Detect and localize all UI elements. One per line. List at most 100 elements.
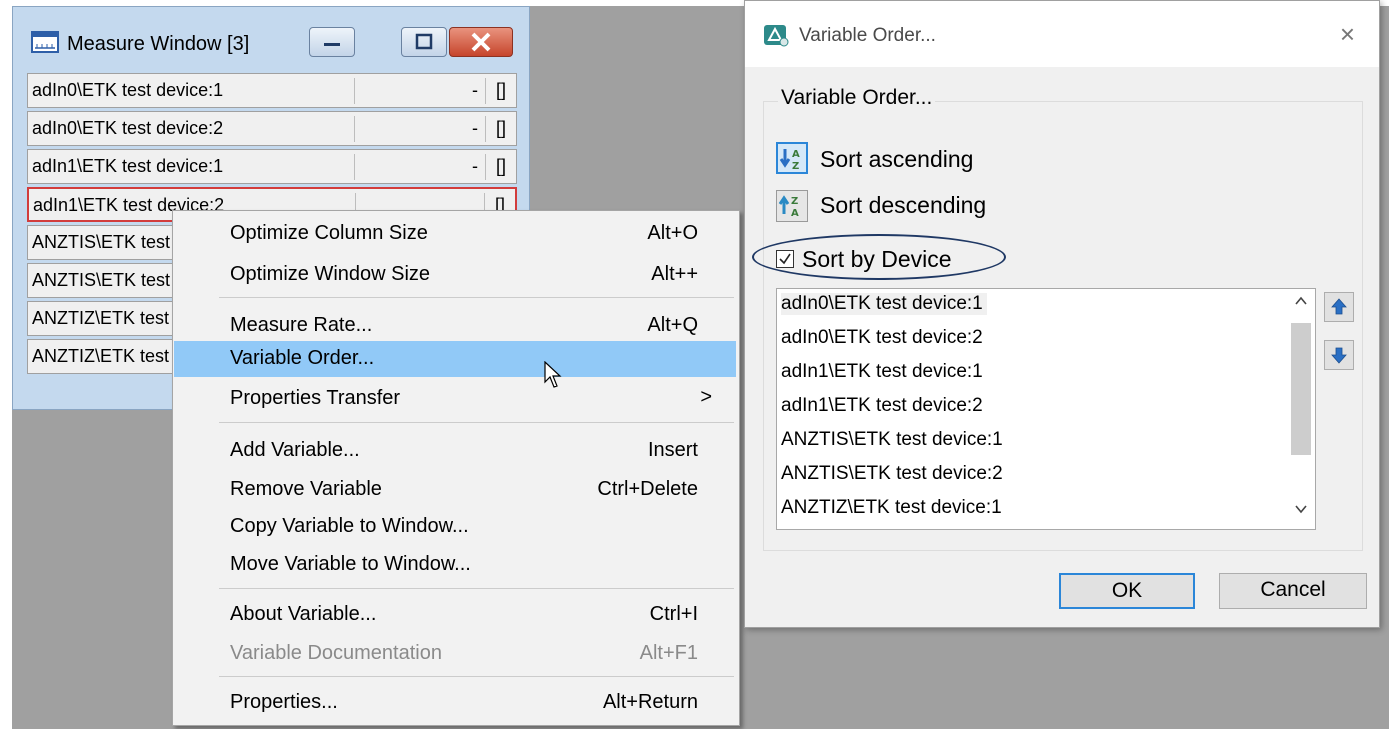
measure-row-name: adIn0\ETK test device:2 [32, 118, 224, 138]
measure-row-unit: [] [495, 80, 506, 100]
menu-item-label: Properties Transfer [230, 387, 401, 409]
menu-item-shortcut: Alt+O [647, 222, 698, 244]
column-divider [485, 154, 486, 180]
menu-separator [219, 422, 734, 423]
menu-item-shortcut: Ctrl+I [649, 603, 698, 625]
menu-item-label: Variable Documentation [230, 642, 442, 664]
list-item[interactable]: ANZTIS\ETK test device:1 [781, 429, 1003, 451]
move-up-button[interactable] [1324, 292, 1354, 322]
measure-window-titlebar[interactable]: Measure Window [3] [13, 7, 529, 57]
minimize-icon [324, 43, 340, 46]
close-button[interactable] [449, 27, 513, 57]
menu-item-label: Remove Variable [230, 478, 382, 500]
dialog-app-icon [764, 25, 789, 47]
cancel-button[interactable]: Cancel [1219, 573, 1367, 609]
column-divider [354, 78, 355, 104]
menu-item-label: About Variable... [230, 603, 377, 625]
variable-order-group: Variable Order... A Z Sort ascending Z A… [752, 86, 1363, 551]
menu-item-shortcut: Alt+F1 [639, 642, 698, 664]
measure-row-name: adIn0\ETK test device:1 [32, 80, 224, 100]
maximize-button[interactable] [401, 27, 447, 57]
measure-row[interactable]: adIn0\ETK test device:1 - [] [27, 73, 517, 108]
scroll-down-icon[interactable] [1293, 503, 1309, 515]
list-item[interactable]: adIn1\ETK test device:2 [781, 395, 983, 417]
arrow-up-icon [1331, 298, 1347, 315]
menu-item-label: Variable Order... [230, 347, 375, 369]
measure-row-value: - [472, 80, 478, 100]
menu-item-label: Optimize Window Size [230, 263, 431, 285]
sort-descending-button[interactable]: Z A [776, 190, 808, 222]
menu-separator [219, 588, 734, 589]
measure-row[interactable]: adIn1\ETK test device:1 - [] [27, 149, 517, 184]
menu-item-measure-rate[interactable]: Measure Rate... Alt+Q [174, 308, 736, 344]
menu-item-variable-documentation: Variable Documentation Alt+F1 [174, 636, 736, 672]
svg-text:Z: Z [792, 161, 799, 172]
sort-descending-icon: Z A [778, 195, 799, 219]
variable-order-dialog: Variable Order... × Variable Order... A … [744, 0, 1380, 628]
context-menu: Optimize Column Size Alt+O Optimize Wind… [172, 210, 740, 726]
sort-ascending-label: Sort ascending [820, 146, 974, 172]
menu-item-copy-variable[interactable]: Copy Variable to Window... [174, 509, 736, 545]
dialog-close-button[interactable]: × [1340, 21, 1355, 47]
minimize-button[interactable] [309, 27, 355, 57]
menu-item-label: Add Variable... [230, 439, 360, 461]
column-divider [354, 116, 355, 142]
column-divider [354, 154, 355, 180]
list-item[interactable]: ANZTIZ\ETK test device:1 [781, 497, 1002, 519]
measure-window-title: Measure Window [3] [67, 33, 250, 55]
menu-item-label: Optimize Column Size [230, 222, 428, 244]
menu-item-shortcut: Alt+Q [647, 314, 698, 336]
highlight-annotation [752, 234, 1006, 280]
menu-item-about-variable[interactable]: About Variable... Ctrl+I [174, 597, 736, 633]
menu-item-label: Move Variable to Window... [230, 553, 471, 575]
measure-window-icon [31, 31, 59, 53]
arrow-down-icon [1331, 347, 1347, 364]
mouse-cursor-icon [544, 361, 562, 388]
menu-item-optimize-column-size[interactable]: Optimize Column Size Alt+O [174, 216, 736, 252]
menu-item-optimize-window-size[interactable]: Optimize Window Size Alt++ [174, 257, 736, 293]
menu-item-shortcut: Alt++ [651, 263, 698, 285]
list-scrollbar[interactable] [1287, 289, 1315, 529]
menu-item-shortcut: Alt+Return [602, 691, 698, 713]
menu-item-shortcut: Ctrl+Delete [597, 478, 698, 500]
measure-row-unit: [] [495, 156, 506, 176]
menu-item-move-variable[interactable]: Move Variable to Window... [174, 547, 736, 583]
list-item[interactable]: ANZTIS\ETK test device:2 [781, 463, 1003, 485]
menu-item-add-variable[interactable]: Add Variable... Insert [174, 433, 736, 469]
submenu-arrow-icon: > [700, 386, 712, 408]
measure-row-name: adIn1\ETK test device:1 [32, 156, 224, 176]
menu-item-label: Copy Variable to Window... [230, 515, 469, 537]
menu-separator [219, 297, 734, 298]
sort-ascending-icon: A Z [779, 149, 800, 172]
menu-separator [219, 676, 734, 677]
group-title: Variable Order... [778, 86, 936, 110]
dialog-title: Variable Order... [799, 25, 936, 46]
menu-item-remove-variable[interactable]: Remove Variable Ctrl+Delete [174, 472, 736, 508]
measure-row-value: - [472, 118, 478, 138]
svg-text:A: A [791, 208, 799, 219]
sort-ascending-button[interactable]: A Z [776, 142, 808, 174]
close-icon [471, 32, 491, 52]
menu-item-label: Properties... [230, 691, 338, 713]
column-divider [485, 78, 486, 104]
ok-button[interactable]: OK [1059, 573, 1195, 609]
svg-text:Z: Z [791, 196, 798, 207]
menu-item-properties-transfer[interactable]: Properties Transfer > [174, 381, 736, 417]
column-divider [485, 116, 486, 142]
measure-row-unit: [] [495, 118, 506, 138]
maximize-icon [415, 33, 433, 50]
list-item[interactable]: adIn1\ETK test device:1 [781, 361, 983, 383]
measure-row[interactable]: adIn0\ETK test device:2 - [] [27, 111, 517, 146]
list-item[interactable]: adIn0\ETK test device:1 [781, 293, 987, 315]
list-item[interactable]: adIn0\ETK test device:2 [781, 327, 983, 349]
menu-item-properties[interactable]: Properties... Alt+Return [174, 685, 736, 721]
measure-row-value: - [472, 156, 478, 176]
scrollbar-thumb[interactable] [1291, 323, 1311, 455]
menu-item-variable-order[interactable]: Variable Order... [174, 341, 736, 377]
menu-item-shortcut: Insert [647, 439, 698, 461]
move-down-button[interactable] [1324, 340, 1354, 370]
sort-descending-label: Sort descending [820, 192, 987, 218]
variable-listbox[interactable]: adIn0\ETK test device:1 adIn0\ETK test d… [776, 288, 1316, 530]
scroll-up-icon[interactable] [1293, 295, 1309, 307]
dialog-titlebar[interactable]: Variable Order... × [745, 1, 1379, 67]
